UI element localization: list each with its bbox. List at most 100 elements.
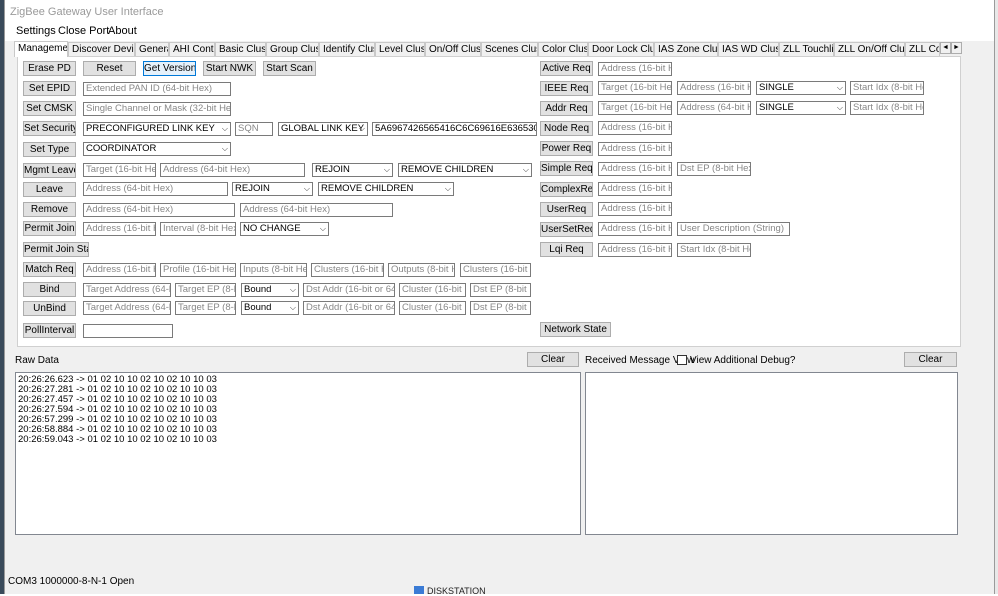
get-version-button[interactable]: Get Version	[143, 61, 196, 76]
ieee-req-mode-select[interactable]: SINGLE ⌵	[756, 81, 846, 95]
tab-zll-color[interactable]: ZLL Col	[905, 42, 940, 56]
ieee-req-address-input[interactable]: Address (16-bit Hex)	[677, 81, 751, 95]
security-mode-select[interactable]: PRECONFIGURED LINK KEY ⌵	[83, 122, 231, 136]
unbind-dst-ep-input[interactable]: Dst EP (8-bit Hex)	[470, 301, 531, 315]
match-req-outputs-input[interactable]: Outputs (8-bit Hex)	[388, 263, 455, 277]
ieee-req-start-idx-input[interactable]: Start Idx (8-bit Hex)	[850, 81, 924, 95]
received-clear-button[interactable]: Clear	[904, 352, 957, 367]
user-req-button[interactable]: UserReq	[540, 202, 593, 217]
simple-req-address-input[interactable]: Address (16-bit Hex)	[598, 162, 672, 176]
mgmt-leave-address-input[interactable]: Address (64-bit Hex)	[160, 163, 305, 177]
user-set-req-description-input[interactable]: User Description (String)	[677, 222, 790, 236]
raw-data-log[interactable]: 20:26:26.623 -> 01 02 10 10 02 10 02 10 …	[15, 372, 581, 535]
complex-req-button[interactable]: ComplexReq	[540, 182, 593, 197]
user-req-address-input[interactable]: Address (16-bit Hex)	[598, 202, 672, 216]
active-req-address-input[interactable]: Address (16-bit Hex)	[598, 62, 672, 76]
leave-rejoin-select[interactable]: REJOIN ⌵	[232, 182, 313, 196]
unbind-dst-address-input[interactable]: Dst Addr (16-bit or 64-bit Hex)	[303, 301, 395, 315]
tab-identify-cluster[interactable]: Identify Cluster	[319, 42, 375, 56]
bind-target-address-input[interactable]: Target Address (64-bit Hex)	[83, 283, 171, 297]
tab-color-cluster[interactable]: Color Cluster	[538, 42, 588, 56]
addr-req-start-idx-input[interactable]: Start Idx (8-bit Hex)	[850, 101, 924, 115]
match-req-address-input[interactable]: Address (16-bit Hex)	[83, 263, 156, 277]
debug-checkbox[interactable]	[677, 355, 687, 365]
mgmt-leave-button[interactable]: Mgmt Leave	[23, 163, 76, 178]
match-req-inputs-input[interactable]: Inputs (8-bit Hex)	[240, 263, 307, 277]
mgmt-leave-children-select[interactable]: REMOVE CHILDREN ⌵	[398, 163, 532, 177]
key-type-select[interactable]: GLOBAL LINK KEY ⌵	[278, 122, 368, 136]
tab-general[interactable]: General	[135, 42, 169, 56]
bind-cluster-input[interactable]: Cluster (16-bit Hex)	[399, 283, 466, 297]
node-req-button[interactable]: Node Req	[540, 121, 593, 136]
node-req-address-input[interactable]: Address (16-bit Hex)	[598, 121, 672, 135]
user-set-req-button[interactable]: UserSetReq	[540, 222, 593, 237]
set-epid-button[interactable]: Set EPID	[23, 81, 76, 96]
tab-scenes-cluster[interactable]: Scenes Cluster	[481, 42, 538, 56]
tab-level-cluster[interactable]: Level Cluster	[375, 42, 425, 56]
match-req-clusters1-input[interactable]: Clusters (16-bit Hex)	[311, 263, 384, 277]
unbind-target-ep-input[interactable]: Target EP (8-bit Hex)	[175, 301, 236, 315]
addr-req-button[interactable]: Addr Req	[540, 101, 593, 116]
tab-group-cluster[interactable]: Group Cluster	[266, 42, 319, 56]
cmsk-input[interactable]: Single Channel or Mask (32-bit Hex)	[83, 102, 231, 116]
tab-management[interactable]: Management	[14, 41, 68, 57]
unbind-button[interactable]: UnBind	[23, 301, 76, 316]
lqi-req-address-input[interactable]: Address (16-bit Hex)	[598, 243, 672, 257]
user-set-req-address-input[interactable]: Address (16-bit Hex)	[598, 222, 672, 236]
start-nwk-button[interactable]: Start NWK	[203, 61, 256, 76]
ieee-req-button[interactable]: IEEE Req	[540, 81, 593, 96]
erase-pd-button[interactable]: Erase PD	[23, 61, 76, 76]
lqi-req-button[interactable]: Lqi Req	[540, 242, 593, 257]
tab-zll-on-off-cluster[interactable]: ZLL On/Off Cluster	[834, 42, 905, 56]
match-req-clusters2-input[interactable]: Clusters (16-bit Hex)	[460, 263, 531, 277]
epid-input[interactable]: Extended PAN ID (64-bit Hex)	[83, 82, 231, 96]
set-type-button[interactable]: Set Type	[23, 142, 76, 157]
leave-button[interactable]: Leave	[23, 182, 76, 197]
unbind-mode-select[interactable]: Bound ⌵	[241, 301, 299, 315]
received-message-view[interactable]	[585, 372, 958, 535]
simple-req-button[interactable]: Simple Req	[540, 161, 593, 176]
addr-req-target-input[interactable]: Target (16-bit Hex)	[598, 101, 672, 115]
set-security-button[interactable]: Set Security	[23, 121, 76, 136]
tab-scroll-left-button[interactable]: ◄	[940, 42, 951, 54]
addr-req-mode-select[interactable]: SINGLE ⌵	[756, 101, 846, 115]
bind-mode-select[interactable]: Bound ⌵	[241, 283, 299, 297]
mgmt-leave-target-input[interactable]: Target (16-bit Hex)	[83, 163, 156, 177]
bind-button[interactable]: Bind	[23, 282, 76, 297]
tab-discover-devices[interactable]: Discover Devices	[68, 42, 135, 56]
power-req-address-input[interactable]: Address (16-bit Hex)	[598, 142, 672, 156]
tab-ahi-control[interactable]: AHI Control	[169, 42, 215, 56]
link-key-select[interactable]: 5A6967426565416C6C69616E63653039 ⌵	[372, 122, 537, 136]
ieee-req-target-input[interactable]: Target (16-bit Hex)	[598, 81, 672, 95]
unbind-target-address-input[interactable]: Target Address (64-bit Hex)	[83, 301, 171, 315]
leave-children-select[interactable]: REMOVE CHILDREN ⌵	[318, 182, 454, 196]
poll-interval-button[interactable]: PollInterval	[23, 323, 76, 338]
menu-close-port[interactable]: Close Port	[58, 25, 109, 37]
set-cmsk-button[interactable]: Set CMSK	[23, 101, 76, 116]
network-state-button[interactable]: Network State	[540, 322, 611, 337]
reset-button[interactable]: Reset	[83, 61, 136, 76]
device-type-select[interactable]: COORDINATOR ⌵	[83, 142, 231, 156]
start-scan-button[interactable]: Start Scan	[263, 61, 316, 76]
poll-interval-input[interactable]	[83, 324, 173, 338]
addr-req-address-input[interactable]: Address (64-bit Hex)	[677, 101, 751, 115]
remove-address2-input[interactable]: Address (64-bit Hex)	[240, 203, 393, 217]
match-req-button[interactable]: Match Req	[23, 262, 76, 277]
permit-join-address-input[interactable]: Address (16-bit Hex)	[83, 222, 156, 236]
tab-scroll-right-button[interactable]: ►	[951, 42, 962, 54]
tab-zll-touchlink[interactable]: ZLL Touchlink	[779, 42, 834, 56]
tab-basic-cluster[interactable]: Basic Cluster	[215, 42, 266, 56]
match-req-profile-input[interactable]: Profile (16-bit Hex)	[160, 263, 236, 277]
bind-dst-address-input[interactable]: Dst Addr (16-bit or 64-bit Hex)	[303, 283, 395, 297]
tab-door-lock-cluster[interactable]: Door Lock Cluster	[588, 42, 654, 56]
unbind-cluster-input[interactable]: Cluster (16-bit Hex)	[399, 301, 466, 315]
menu-about[interactable]: About	[108, 25, 137, 37]
sqn-input[interactable]: SQN	[235, 122, 273, 136]
tab-ias-wd-cluster[interactable]: IAS WD Cluster	[718, 42, 779, 56]
permit-join-state-button[interactable]: Permit Join State	[23, 242, 89, 257]
tab-ias-zone-cluster[interactable]: IAS Zone Cluster	[654, 42, 718, 56]
complex-req-address-input[interactable]: Address (16-bit Hex)	[598, 182, 672, 196]
bind-target-ep-input[interactable]: Target EP (8-bit Hex)	[175, 283, 236, 297]
remove-button[interactable]: Remove	[23, 202, 76, 217]
raw-clear-button[interactable]: Clear	[527, 352, 579, 367]
